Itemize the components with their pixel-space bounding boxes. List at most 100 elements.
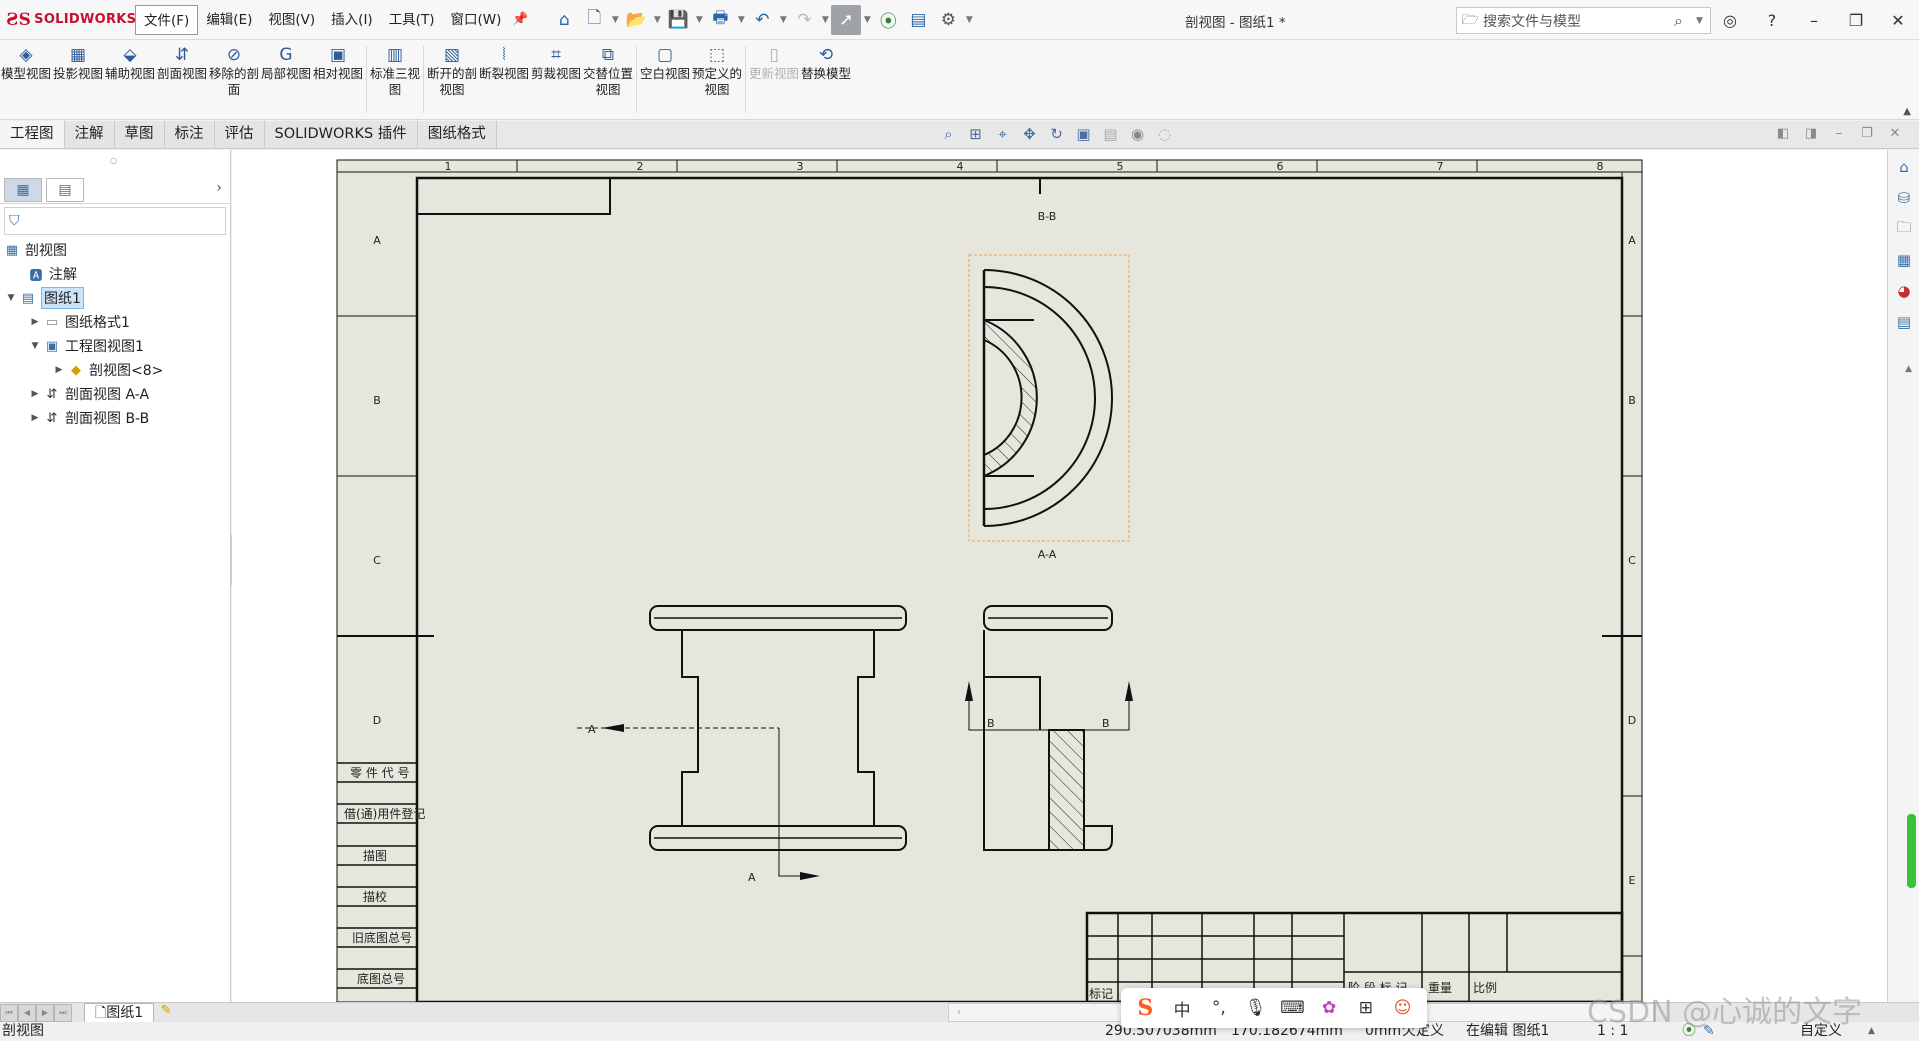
skin-icon[interactable]: ✿ <box>1314 998 1344 1018</box>
viewport-restore-button[interactable]: ❐ <box>1853 126 1881 141</box>
graphics-area[interactable]: 1 2 3 4 5 6 7 8 A B C D A B C D E 零 件 代 … <box>232 150 1887 1002</box>
rotate-icon[interactable]: ↻ <box>1043 125 1070 143</box>
menu-edit[interactable]: 编辑(E) <box>198 5 260 35</box>
prev-sheet-icon[interactable]: ◀ <box>18 1003 36 1022</box>
tree-item-drawing-view[interactable]: ▼ ▣ 工程图视图1 <box>0 334 231 358</box>
select-pointer-icon[interactable]: ➚ <box>831 4 862 35</box>
projected-view-button[interactable]: ▦ 投影视图 <box>52 40 104 118</box>
expand-arrow-icon[interactable]: ▶ <box>28 317 42 327</box>
traffic-light-icon[interactable]: ⦿ <box>873 5 903 35</box>
detail-view-button[interactable]: G 局部视图 <box>260 40 312 118</box>
solidworks-logo[interactable]: ƧS SOLIDWORKS <box>0 0 136 40</box>
scroll-up-icon[interactable]: ▲ <box>1905 364 1912 374</box>
tab-sheet-format[interactable]: 图纸格式 <box>417 121 497 148</box>
previous-view-icon[interactable]: ⌖ <box>989 125 1016 143</box>
add-sheet-icon[interactable]: ✎ <box>154 1003 178 1023</box>
broken-out-section-button[interactable]: ▧ 断开的剖视图 <box>426 40 478 118</box>
home-icon[interactable]: ⌂ <box>1891 154 1917 180</box>
sheet-tab-1[interactable]: 🗋图纸1 <box>84 1002 155 1023</box>
section-view-button[interactable]: ⇵ 剖面视图 <box>156 40 208 118</box>
options-dropdown-icon[interactable]: ▼ <box>963 15 975 25</box>
emoji-icon[interactable]: ☺ <box>1388 998 1418 1018</box>
viewport-minimize-button[interactable]: – <box>1825 126 1853 141</box>
first-sheet-icon[interactable]: ⏮ <box>0 1003 18 1022</box>
display-style-icon[interactable]: ▣ <box>1070 125 1097 143</box>
custom-properties-icon[interactable]: ▤ <box>1891 309 1917 335</box>
expand-arrow-icon[interactable]: ▶ <box>28 389 42 399</box>
pan-icon[interactable]: ✥ <box>1016 125 1043 143</box>
tree-filter-icon[interactable]: ⛉ <box>4 207 226 235</box>
toolbox-icon[interactable]: ⊞ <box>1351 998 1381 1018</box>
zoom-area-icon[interactable]: ⊞ <box>962 125 989 143</box>
viewport-close-button[interactable]: ✕ <box>1881 126 1909 141</box>
relative-view-button[interactable]: ▣ 相对视图 <box>312 40 364 118</box>
print-dropdown-icon[interactable]: ▼ <box>735 15 747 25</box>
options-gear-icon[interactable]: ⚙ <box>933 5 963 35</box>
sogou-logo-icon[interactable]: S <box>1130 995 1160 1021</box>
scene-icon[interactable]: ◌ <box>1151 125 1178 143</box>
file-explorer-icon[interactable]: 🗀 <box>1891 216 1917 242</box>
restore-button[interactable]: ❐ <box>1835 11 1877 30</box>
save-dropdown-icon[interactable]: ▼ <box>693 15 705 25</box>
menu-tools[interactable]: 工具(T) <box>381 5 443 35</box>
menu-insert[interactable]: 插入(I) <box>323 5 381 35</box>
search-box[interactable]: 🗁 搜索文件与模型 ⌕ ▼ <box>1456 7 1711 34</box>
undo-dropdown-icon[interactable]: ▼ <box>777 15 789 25</box>
break-view-button[interactable]: ⦚ 断裂视图 <box>478 40 530 118</box>
menu-window[interactable]: 窗口(W) <box>442 5 509 35</box>
model-view-button[interactable]: ◈ 模型视图 <box>0 40 52 118</box>
pane-grip-icon[interactable]: ○ <box>110 156 117 165</box>
close-button[interactable]: ✕ <box>1877 11 1919 30</box>
alternate-position-button[interactable]: ⧉ 交替位置视图 <box>582 40 634 118</box>
microphone-icon[interactable]: 🎙 <box>1241 998 1271 1018</box>
crop-view-button[interactable]: ⌗ 剪裁视图 <box>530 40 582 118</box>
tab-evaluate[interactable]: 评估 <box>214 121 265 148</box>
help-icon[interactable]: ? <box>1751 11 1793 30</box>
view-palette-icon[interactable]: ▦ <box>1891 247 1917 273</box>
select-dropdown-icon[interactable]: ▼ <box>861 15 873 25</box>
tab-markup[interactable]: 标注 <box>164 121 215 148</box>
auxiliary-view-button[interactable]: ⬙ 辅助视图 <box>104 40 156 118</box>
replace-model-button[interactable]: ⟲ 替换模型 <box>800 40 852 118</box>
user-account-icon[interactable]: ◎ <box>1709 11 1751 30</box>
tab-addins[interactable]: SOLIDWORKS 插件 <box>264 121 418 148</box>
predefined-view-button[interactable]: ⬚ 预定义的视图 <box>691 40 743 118</box>
menu-file[interactable]: 文件(F) <box>135 4 199 35</box>
empty-view-button[interactable]: ▢ 空白视图 <box>639 40 691 118</box>
tile-right-icon[interactable]: ◨ <box>1797 126 1825 141</box>
drawing-sheet[interactable]: 1 2 3 4 5 6 7 8 A B C D A B C D E 零 件 代 … <box>232 150 1887 1002</box>
design-library-icon[interactable]: ⛁ <box>1891 185 1917 211</box>
tab-sketch[interactable]: 草图 <box>114 121 165 148</box>
property-manager-tab-icon[interactable]: ▤ <box>46 178 84 202</box>
pin-icon[interactable]: 📌 <box>509 12 531 27</box>
tree-item-part[interactable]: ▶ ◆ 剖视图<8> <box>0 358 231 382</box>
tree-item-annotations[interactable]: 🅰 注解 <box>0 262 231 286</box>
vertical-scrollbar-thumb[interactable] <box>1907 814 1916 888</box>
minimize-button[interactable]: – <box>1793 11 1835 30</box>
last-sheet-icon[interactable]: ⏭ <box>54 1003 72 1022</box>
search-dropdown-icon[interactable]: ▼ <box>1696 16 1710 26</box>
tab-annotation[interactable]: 注解 <box>64 121 115 148</box>
tab-drawing[interactable]: 工程图 <box>0 121 65 148</box>
expand-arrow-icon[interactable]: ▶ <box>28 413 42 423</box>
tile-left-icon[interactable]: ◧ <box>1769 126 1797 141</box>
tree-item-sheet-format[interactable]: ▶ ▭ 图纸格式1 <box>0 310 231 334</box>
ribbon-collapse-icon[interactable]: ▲ <box>1903 106 1911 117</box>
file-properties-icon[interactable]: ▤ <box>903 5 933 35</box>
search-input[interactable]: 搜索文件与模型 <box>1483 11 1674 31</box>
print-icon[interactable]: 🖶 <box>705 5 735 35</box>
collapse-arrow-icon[interactable]: ▼ <box>28 341 42 351</box>
undo-icon[interactable]: ↶ <box>747 5 777 35</box>
keyboard-icon[interactable]: ⌨ <box>1277 998 1307 1018</box>
open-icon[interactable]: 📂 <box>621 5 651 35</box>
tree-item-section-aa[interactable]: ▶ ⇵ 剖面视图 A-A <box>0 382 231 406</box>
home-icon[interactable]: ⌂ <box>549 5 579 35</box>
zoom-to-fit-icon[interactable]: ⌕ <box>935 125 962 143</box>
tree-item-root[interactable]: ▦ 剖视图 <box>0 238 231 262</box>
removed-section-button[interactable]: ⊘ 移除的剖面 <box>208 40 260 118</box>
new-document-icon[interactable]: 🗋 <box>579 5 609 35</box>
feature-manager-tab-icon[interactable]: ▦ <box>4 178 42 202</box>
collapse-arrow-icon[interactable]: ▼ <box>4 293 18 303</box>
ime-language-toggle[interactable]: 中 <box>1167 996 1197 1021</box>
open-dropdown-icon[interactable]: ▼ <box>651 15 663 25</box>
